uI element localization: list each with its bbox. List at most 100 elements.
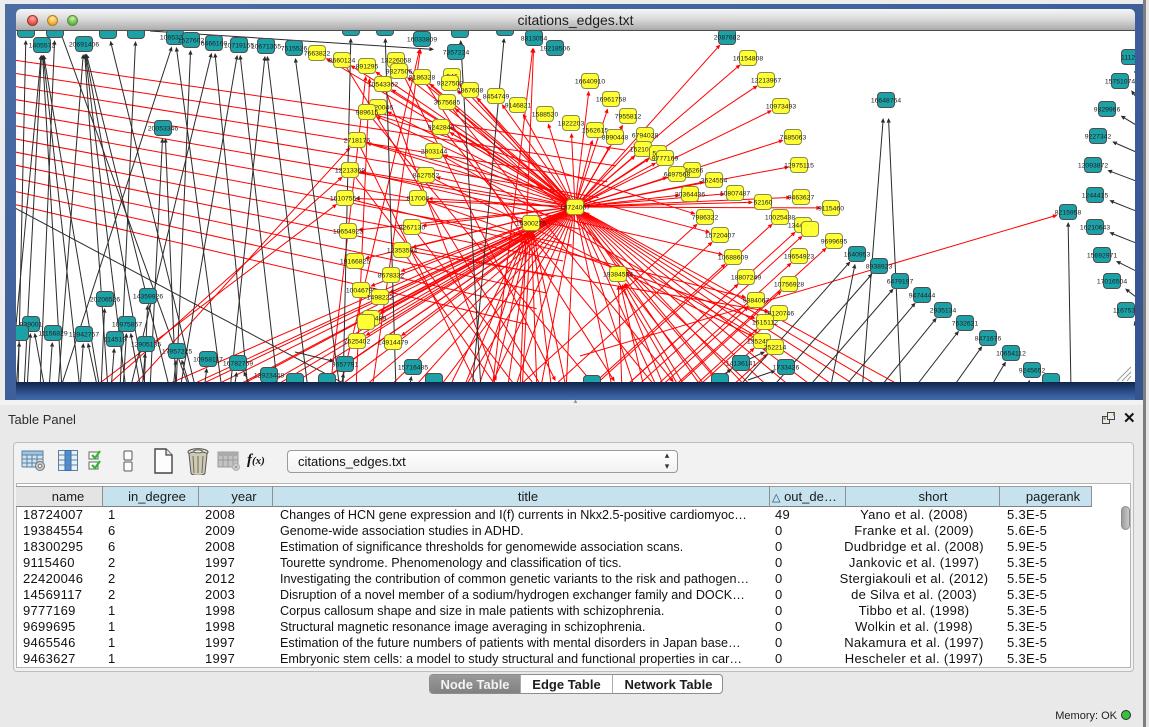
svg-text:1167534: 1167534 — [1113, 307, 1135, 314]
svg-text:1562615: 1562615 — [582, 127, 609, 134]
svg-text:19384554: 19384554 — [603, 271, 633, 278]
svg-text:10975857: 10975857 — [112, 321, 142, 328]
svg-text:7986322: 7986322 — [692, 214, 719, 221]
svg-text:6497568: 6497568 — [664, 171, 691, 178]
svg-text:16033809: 16033809 — [407, 36, 437, 43]
svg-text:9474444: 9474444 — [909, 292, 936, 299]
svg-text:12975115: 12975115 — [784, 162, 814, 169]
svg-text:20364436: 20364436 — [675, 191, 705, 198]
svg-text:3624554: 3624554 — [701, 177, 728, 184]
svg-text:8427552: 8427552 — [413, 172, 440, 179]
svg-text:8678332: 8678332 — [378, 272, 405, 279]
svg-text:8660124: 8660124 — [329, 57, 356, 64]
svg-text:19654923: 19654923 — [333, 228, 363, 235]
svg-text:12905135: 12905135 — [131, 341, 161, 348]
svg-text:6794028: 6794028 — [632, 132, 659, 139]
svg-text:10807487: 10807487 — [720, 190, 750, 197]
svg-text:9657791: 9657791 — [332, 361, 359, 368]
svg-text:1615112: 1615112 — [752, 319, 778, 326]
svg-text:10958117: 10958117 — [193, 356, 223, 363]
svg-text:9245652: 9245652 — [1019, 367, 1046, 374]
svg-text:8471676: 8471676 — [975, 335, 1002, 342]
svg-text:12213369: 12213369 — [335, 167, 365, 174]
svg-text:8267130: 8267130 — [399, 224, 426, 231]
svg-text:16648764: 16648764 — [871, 97, 901, 104]
svg-text:12213967: 12213967 — [751, 77, 781, 84]
svg-text:10756928: 10756928 — [774, 281, 804, 288]
svg-text:10543362: 10543362 — [368, 81, 398, 88]
svg-text:12093872: 12093872 — [1078, 162, 1108, 169]
svg-text:16961758: 16961758 — [596, 96, 626, 103]
svg-text:1640953: 1640953 — [844, 251, 871, 258]
svg-text:9329966: 9329966 — [1094, 106, 1121, 113]
svg-text:20206526: 20206526 — [90, 296, 120, 303]
svg-text:9699695: 9699695 — [821, 238, 848, 245]
svg-text:12353594: 12353594 — [387, 247, 417, 254]
svg-text:7357224: 7357224 — [443, 49, 470, 56]
svg-text:1405572: 1405572 — [29, 42, 56, 49]
svg-text:9384067: 9384067 — [743, 297, 770, 304]
svg-text:10688609: 10688609 — [718, 254, 748, 261]
svg-text:1244415: 1244415 — [1082, 192, 1109, 199]
svg-text:12942757: 12942757 — [69, 331, 99, 338]
svg-text:989615: 989615 — [356, 109, 379, 116]
svg-text:14136141: 14136141 — [726, 360, 756, 367]
svg-text:15692971: 15692971 — [1087, 252, 1117, 259]
svg-text:16210643: 16210643 — [1080, 224, 1110, 231]
svg-text:9115460: 9115460 — [818, 205, 844, 212]
svg-text:12923448: 12923448 — [254, 372, 284, 379]
svg-text:8990448: 8990448 — [602, 134, 629, 141]
svg-text:15716485: 15716485 — [398, 364, 428, 371]
svg-text:8454749: 8454749 — [483, 93, 510, 100]
svg-text:10025438: 10025438 — [765, 214, 795, 221]
svg-text:11156829: 11156829 — [38, 330, 67, 337]
svg-text:252214: 252214 — [764, 344, 787, 351]
svg-text:9327508: 9327508 — [437, 80, 464, 87]
svg-text:19654923: 19654923 — [784, 253, 814, 260]
svg-text:2935134: 2935134 — [930, 307, 957, 314]
svg-text:10719155: 10719155 — [224, 42, 254, 49]
svg-text:15720407: 15720407 — [705, 232, 735, 239]
svg-text:14914479: 14914479 — [378, 339, 408, 346]
svg-text:817004: 817004 — [407, 195, 430, 202]
svg-text:114519: 114519 — [104, 336, 126, 343]
svg-text:8186328: 8186328 — [409, 74, 436, 81]
svg-text:20691406: 20691406 — [69, 41, 99, 48]
svg-text:10654112: 10654112 — [996, 350, 1026, 357]
svg-text:18724007: 18724007 — [560, 204, 590, 211]
svg-text:7625402: 7625402 — [344, 338, 371, 345]
svg-text:2867608: 2867608 — [457, 87, 484, 94]
svg-text:1498222: 1498222 — [367, 294, 394, 301]
svg-text:8215958: 8215958 — [1055, 209, 1082, 216]
svg-text:7632621: 7632621 — [952, 320, 979, 327]
svg-text:9777169: 9777169 — [652, 155, 679, 162]
svg-text:891295: 891295 — [356, 63, 379, 70]
svg-text:6479197: 6479197 — [887, 278, 914, 285]
svg-text:19218506: 19218506 — [540, 45, 570, 52]
svg-text:1733426: 1733426 — [773, 364, 800, 371]
svg-text:2718176: 2718176 — [344, 137, 371, 144]
svg-text:15300275: 15300275 — [516, 220, 546, 227]
svg-text:7663822: 7663822 — [304, 50, 331, 57]
svg-text:20053346: 20053346 — [148, 125, 178, 132]
svg-text:3675685: 3675685 — [434, 99, 461, 106]
svg-text:10671355: 10671355 — [251, 43, 281, 50]
svg-text:8938923: 8938923 — [866, 263, 893, 270]
svg-text:1588520: 1588520 — [532, 111, 559, 118]
svg-text:17957225: 17957225 — [162, 348, 192, 355]
svg-text:7485063: 7485063 — [780, 134, 807, 141]
svg-text:2087682: 2087682 — [714, 34, 741, 41]
svg-text:16107554: 16107554 — [330, 195, 360, 202]
svg-text:9227342: 9227342 — [1085, 133, 1112, 140]
svg-text:9146821: 9146821 — [505, 102, 532, 109]
svg-text:17016504: 17016504 — [1097, 278, 1127, 285]
svg-text:18807249: 18807249 — [731, 274, 761, 281]
svg-text:9242848: 9242848 — [428, 124, 455, 131]
svg-text:2803144: 2803144 — [421, 148, 448, 155]
svg-text:11123: 11123 — [1121, 54, 1135, 61]
svg-text:10973493: 10973493 — [766, 103, 796, 110]
svg-text:9463627: 9463627 — [788, 194, 815, 201]
svg-text:16782759: 16782759 — [223, 360, 253, 367]
svg-text:15751074: 15751074 — [1105, 78, 1135, 85]
svg-text:62160: 62160 — [754, 199, 773, 206]
